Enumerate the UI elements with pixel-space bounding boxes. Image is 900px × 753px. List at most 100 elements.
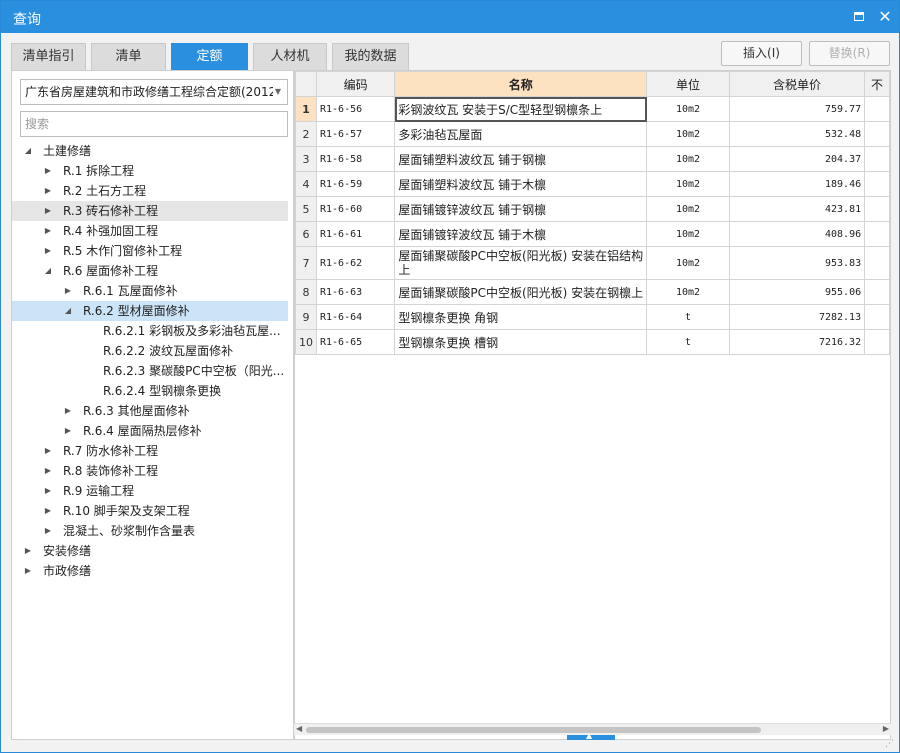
table-row[interactable]: 1 R1-6-56 彩钢波纹瓦 安装于S/C型轻型钢檩条上 10m2 759.77: [295, 96, 890, 122]
caret-collapsed-icon[interactable]: ▶: [42, 241, 54, 261]
caret-collapsed-icon[interactable]: ▶: [62, 281, 74, 301]
cell-price[interactable]: 7282.13: [728, 304, 866, 330]
cell-code[interactable]: R1-6-62: [315, 246, 396, 280]
row-number[interactable]: 10: [295, 329, 317, 355]
tree-node[interactable]: ▶ R.8 装饰修补工程: [12, 461, 288, 481]
cell-price[interactable]: 759.77: [728, 96, 866, 122]
cell-more[interactable]: [864, 96, 890, 122]
tree-node[interactable]: ▶ 混凝土、砂浆制作含量表: [12, 521, 288, 541]
tree-node[interactable]: R.6.2.3 聚碳酸PC中空板（阳光...: [12, 361, 288, 381]
row-number[interactable]: 6: [295, 221, 317, 247]
caret-expanded-icon[interactable]: ◢: [22, 141, 34, 161]
row-number[interactable]: 2: [295, 121, 317, 147]
cell-price[interactable]: 189.46: [728, 171, 866, 197]
table-row[interactable]: 2 R1-6-57 多彩油毡瓦屋面 10m2 532.48: [295, 121, 890, 147]
table-row[interactable]: 10 R1-6-65 型钢檩条更换 槽钢 t 7216.32: [295, 329, 890, 355]
cell-price[interactable]: 953.83: [728, 246, 866, 280]
row-number[interactable]: 5: [295, 196, 317, 222]
tab-labor-material-machine[interactable]: 人材机: [253, 43, 327, 70]
header-code[interactable]: 编码: [315, 71, 396, 97]
tab-bill[interactable]: 清单: [91, 43, 166, 70]
tree-node[interactable]: ▶ R.9 运输工程: [12, 481, 288, 501]
tree-node[interactable]: R.6.2.4 型钢檩条更换: [12, 381, 288, 401]
caret-collapsed-icon[interactable]: ▶: [42, 501, 54, 521]
cell-unit[interactable]: 10m2: [646, 221, 730, 247]
scroll-left-icon[interactable]: ◀: [296, 724, 302, 733]
caret-collapsed-icon[interactable]: ▶: [42, 221, 54, 241]
cell-unit[interactable]: 10m2: [646, 196, 730, 222]
tree-node[interactable]: ▶ R.3 砖石修补工程: [12, 201, 288, 221]
panel-splitter[interactable]: ▲: [567, 731, 615, 740]
cell-name[interactable]: 型钢檩条更换 槽钢: [394, 329, 648, 355]
cell-unit[interactable]: t: [646, 329, 730, 355]
table-row[interactable]: 7 R1-6-62 屋面铺聚碳酸PC中空板(阳光板) 安装在铝结构上 10m2 953.…: [295, 246, 890, 280]
cell-more[interactable]: [864, 196, 890, 222]
maximize-icon[interactable]: [849, 7, 869, 27]
cell-more[interactable]: [864, 221, 890, 247]
header-unit[interactable]: 单位: [646, 71, 730, 97]
cell-name[interactable]: 屋面铺塑料波纹瓦 铺于木檩: [394, 171, 648, 197]
tree-node[interactable]: ▶ R.6.3 其他屋面修补: [12, 401, 288, 421]
cell-code[interactable]: R1-6-59: [315, 171, 396, 197]
row-number[interactable]: 9: [295, 304, 317, 330]
caret-collapsed-icon[interactable]: ▶: [22, 561, 34, 581]
caret-collapsed-icon[interactable]: ▶: [22, 541, 34, 561]
cell-code[interactable]: R1-6-61: [315, 221, 396, 247]
cell-name[interactable]: 彩钢波纹瓦 安装于S/C型轻型钢檩条上: [394, 96, 648, 122]
header-more[interactable]: 不: [864, 71, 890, 97]
chevron-down-icon[interactable]: ▼: [273, 80, 283, 104]
cell-more[interactable]: [864, 171, 890, 197]
tree-node[interactable]: ▶ 市政修缮: [12, 561, 288, 581]
caret-expanded-icon[interactable]: ◢: [62, 301, 74, 321]
table-row[interactable]: 4 R1-6-59 屋面铺塑料波纹瓦 铺于木檩 10m2 189.46: [295, 171, 890, 197]
tree-node[interactable]: ◢ R.6.2 型材屋面修补: [12, 301, 288, 321]
cell-price[interactable]: 955.06: [728, 279, 866, 305]
close-icon[interactable]: ✕: [875, 7, 895, 27]
row-number[interactable]: 4: [295, 171, 317, 197]
cell-name[interactable]: 屋面铺镀锌波纹瓦 铺于钢檩: [394, 196, 648, 222]
caret-collapsed-icon[interactable]: ▶: [42, 481, 54, 501]
header-price[interactable]: 含税单价: [728, 71, 866, 97]
tree-node[interactable]: ▶ R.1 拆除工程: [12, 161, 288, 181]
cell-price[interactable]: 7216.32: [728, 329, 866, 355]
cell-more[interactable]: [864, 329, 890, 355]
tree-node[interactable]: ▶ R.7 防水修补工程: [12, 441, 288, 461]
scrollbar-thumb[interactable]: [306, 727, 761, 733]
row-number[interactable]: 1: [295, 96, 317, 122]
tab-bill-guide[interactable]: 清单指引: [11, 43, 86, 70]
caret-collapsed-icon[interactable]: ▶: [42, 441, 54, 461]
caret-collapsed-icon[interactable]: ▶: [42, 181, 54, 201]
table-row[interactable]: 6 R1-6-61 屋面铺镀锌波纹瓦 铺于木檩 10m2 408.96: [295, 221, 890, 247]
tree-node[interactable]: ▶ 安装修缮: [12, 541, 288, 561]
cell-more[interactable]: [864, 121, 890, 147]
cell-price[interactable]: 532.48: [728, 121, 866, 147]
caret-expanded-icon[interactable]: ◢: [42, 261, 54, 281]
cell-more[interactable]: [864, 146, 890, 172]
table-row[interactable]: 9 R1-6-64 型钢檩条更换 角钢 t 7282.13: [295, 304, 890, 330]
title-bar[interactable]: 查询 ✕: [1, 1, 899, 33]
cell-code[interactable]: R1-6-60: [315, 196, 396, 222]
tree-node[interactable]: ◢ R.6 屋面修补工程: [12, 261, 288, 281]
cell-name[interactable]: 多彩油毡瓦屋面: [394, 121, 648, 147]
cell-unit[interactable]: 10m2: [646, 171, 730, 197]
cell-price[interactable]: 204.37: [728, 146, 866, 172]
cell-code[interactable]: R1-6-58: [315, 146, 396, 172]
cell-unit[interactable]: 10m2: [646, 96, 730, 122]
tree-node[interactable]: ▶ R.6.1 瓦屋面修补: [12, 281, 288, 301]
tree-node[interactable]: ▶ R.6.4 屋面隔热层修补: [12, 421, 288, 441]
row-number[interactable]: 7: [295, 246, 317, 280]
cell-unit[interactable]: 10m2: [646, 121, 730, 147]
tree-node[interactable]: ◢ 土建修缮: [12, 141, 288, 161]
tree-node[interactable]: R.6.2.1 彩钢板及多彩油毡瓦屋...: [12, 321, 288, 341]
cell-unit[interactable]: 10m2: [646, 279, 730, 305]
cell-code[interactable]: R1-6-64: [315, 304, 396, 330]
tree-node[interactable]: R.6.2.2 波纹瓦屋面修补: [12, 341, 288, 361]
caret-collapsed-icon[interactable]: ▶: [42, 461, 54, 481]
cell-name[interactable]: 屋面铺镀锌波纹瓦 铺于木檩: [394, 221, 648, 247]
table-row[interactable]: 3 R1-6-58 屋面铺塑料波纹瓦 铺于钢檩 10m2 204.37: [295, 146, 890, 172]
cell-code[interactable]: R1-6-63: [315, 279, 396, 305]
horizontal-scrollbar[interactable]: ◀ ▶: [294, 723, 891, 735]
cell-unit[interactable]: 10m2: [646, 246, 730, 280]
resize-grip-icon[interactable]: ⋰: [885, 739, 894, 749]
tree-node[interactable]: ▶ R.2 土石方工程: [12, 181, 288, 201]
